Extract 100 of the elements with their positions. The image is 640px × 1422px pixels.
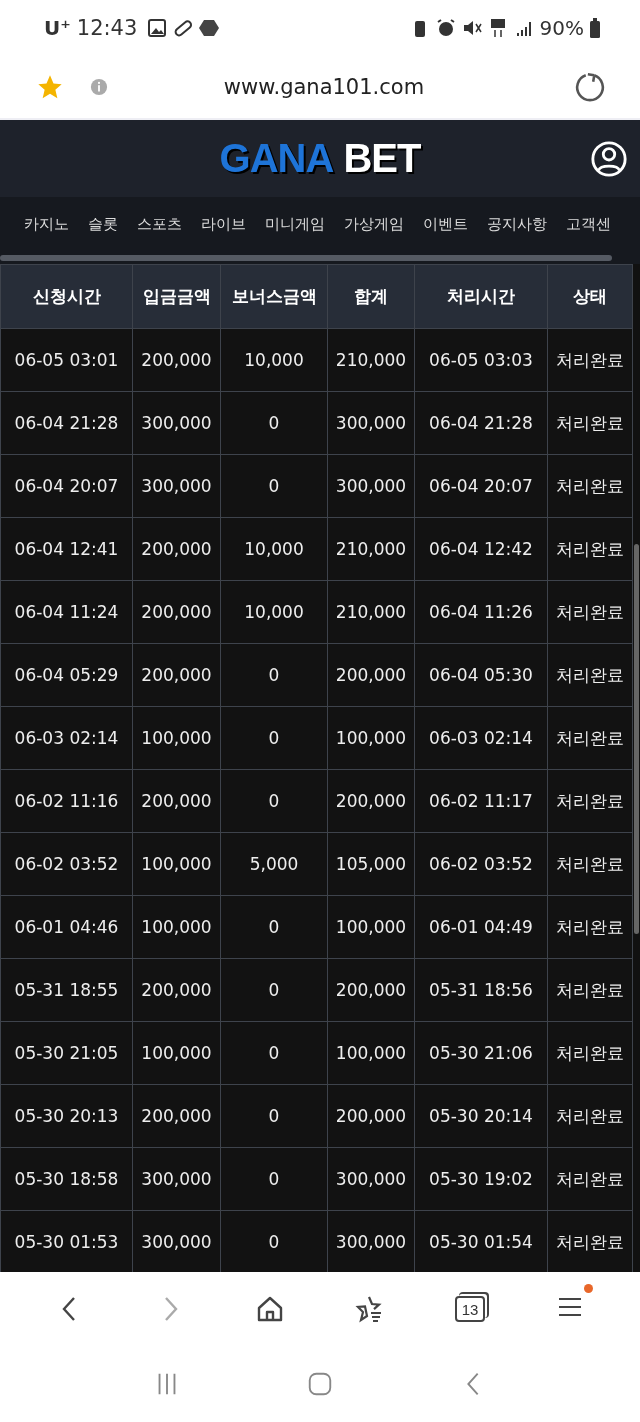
table-cell: 100,000 [132,1021,221,1085]
table-cell: 처리완료 [547,832,633,896]
table-cell: 05-30 19:02 [414,1147,548,1211]
table-cell: 300,000 [327,1147,415,1211]
table-cell: 0 [220,769,328,833]
table-cell: 05-30 01:53 [0,1210,133,1272]
table-cell: 200,000 [327,643,415,707]
table-cell: 06-02 11:17 [414,769,548,833]
table-cell: 05-30 21:06 [414,1021,548,1085]
table-cell: 0 [220,706,328,770]
table-cell: 06-04 05:29 [0,643,133,707]
table-cell: 10,000 [220,580,328,644]
table-cell: 처리완료 [547,580,633,644]
reload-icon[interactable] [574,70,606,103]
table-cell: 300,000 [327,454,415,518]
table-cell: 06-04 11:24 [0,580,133,644]
column-header: 신청시간 [0,264,133,329]
column-header: 처리시간 [414,264,548,329]
home-button-icon[interactable] [306,1370,334,1398]
table-cell: 처리완료 [547,895,633,959]
table-cell: 300,000 [132,1147,221,1211]
column-header: 입금금액 [132,264,221,329]
table-cell: 처리완료 [547,1210,633,1272]
nav-link[interactable]: 미니게임 [265,215,325,234]
table-cell: 06-02 11:16 [0,769,133,833]
table-cell: 06-04 12:42 [414,517,548,581]
table-cell: 200,000 [327,958,415,1022]
table-cell: 처리완료 [547,454,633,518]
nav-link[interactable]: 이벤트 [423,215,468,234]
table-cell: 06-04 21:28 [0,391,133,455]
scrollbar-thumb[interactable] [0,255,612,261]
table-cell: 100,000 [327,706,415,770]
table-cell: 0 [220,454,328,518]
table-cell: 10,000 [220,517,328,581]
table-cell: 처리완료 [547,706,633,770]
table-cell: 06-04 20:07 [0,454,133,518]
info-icon[interactable] [90,77,108,96]
table-cell: 05-31 18:55 [0,958,133,1022]
nav-link[interactable]: 라이브 [201,215,246,234]
carrier-label: U⁺ [44,15,71,40]
logo-word: BET [343,136,421,181]
hexagon-icon [199,17,220,38]
table-cell: 06-01 04:49 [414,895,548,959]
logo-word: GANA [219,136,334,181]
column-header: 합계 [327,264,415,329]
table-cell: 처리완료 [547,1084,633,1148]
home-icon[interactable] [255,1294,285,1324]
table-cell: 처리완료 [547,958,633,1022]
battery-icon [590,17,600,38]
image-icon [147,17,168,38]
table-cell: 05-30 18:58 [0,1147,133,1211]
url-text[interactable]: www.gana101.com [108,74,540,99]
table-cell: 0 [220,1084,328,1148]
table-cell: 200,000 [132,328,221,392]
table-cell: 06-02 03:52 [414,832,548,896]
table-cell: 200,000 [327,769,415,833]
table-cell: 210,000 [327,328,415,392]
table-cell: 200,000 [132,1084,221,1148]
table-cell: 100,000 [132,706,221,770]
table-cell: 0 [220,958,328,1022]
table-cell: 200,000 [132,580,221,644]
table-cell: 처리완료 [547,328,633,392]
table-cell: 100,000 [132,832,221,896]
clock: 12:43 [76,15,138,40]
table-cell: 105,000 [327,832,415,896]
table-cell: 06-04 20:07 [414,454,548,518]
table-cell: 처리완료 [547,1021,633,1085]
table-cell: 06-04 12:41 [0,517,133,581]
site-logo[interactable]: GANA BET [219,136,421,181]
table-cell: 06-04 11:26 [414,580,548,644]
column-header: 상태 [547,264,633,329]
nav-link[interactable]: 카지노 [24,215,69,234]
alarm-icon [435,17,456,38]
nav-link[interactable]: 슬롯 [88,215,118,234]
table-cell: 200,000 [132,769,221,833]
table-cell: 100,000 [132,895,221,959]
table-cell: 05-31 18:56 [414,958,548,1022]
table-cell: 0 [220,391,328,455]
column-header: 보너스금액 [220,264,328,329]
table-cell: 처리완료 [547,391,633,455]
table-cell: 처리완료 [547,517,633,581]
table-cell: 06-04 05:30 [414,643,548,707]
table-cell: 300,000 [132,454,221,518]
scrollbar-thumb[interactable] [634,544,639,934]
table-cell: 10,000 [220,328,328,392]
table-cell: 06-03 02:14 [0,706,133,770]
table-cell: 06-04 21:28 [414,391,548,455]
table-cell: 210,000 [327,580,415,644]
user-account-icon[interactable] [590,140,628,178]
table-cell: 100,000 [327,895,415,959]
table-cell: 05-30 20:13 [0,1084,133,1148]
table-cell: 300,000 [132,391,221,455]
table-cell: 300,000 [132,1210,221,1272]
nav-link[interactable]: 고객센 [566,215,611,234]
nav-link[interactable]: 스포츠 [137,215,182,234]
nav-link[interactable]: 가상게임 [344,215,404,234]
table-cell: 210,000 [327,517,415,581]
nav-link[interactable]: 공지사항 [487,215,547,234]
table-cell: 05-30 01:54 [414,1210,548,1272]
table-cell: 06-03 02:14 [414,706,548,770]
